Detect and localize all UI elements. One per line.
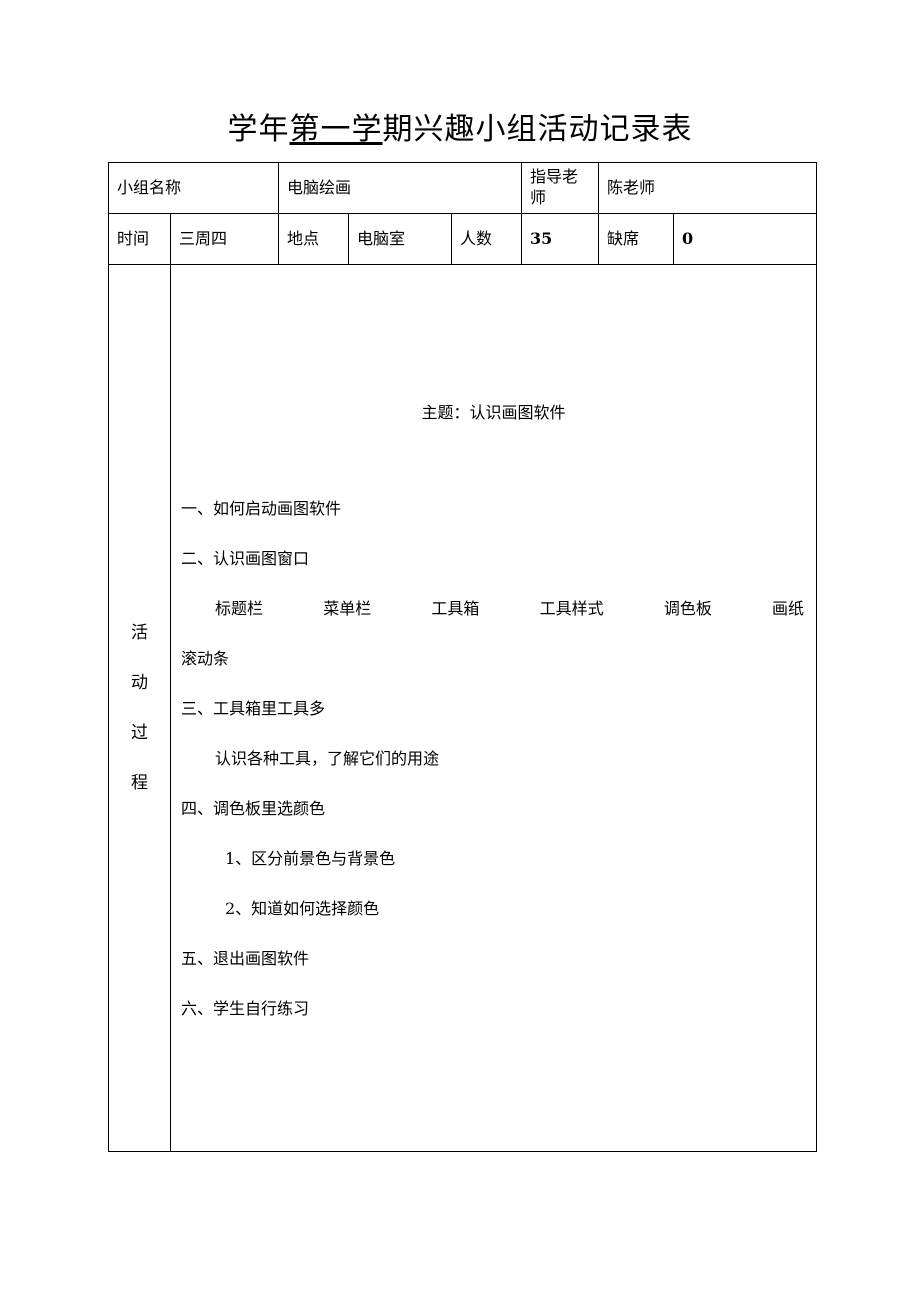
value-time: 三周四 (169, 213, 280, 265)
content-item-5: 五、退出画图软件 (181, 949, 310, 968)
activity-process-content: 主题：认识画图软件 一、如何启动画图软件 二、认识画图窗口 标题栏 菜单栏 工具… (169, 264, 818, 1152)
page-title: 学年第一学期兴趣小组活动记录表 (0, 110, 920, 150)
content-item-4: 四、调色板里选颜色 (181, 799, 326, 818)
content-item-2: 二、认识画图窗口 (181, 549, 310, 568)
value-teacher: 陈老师 (598, 162, 818, 214)
vertical-label-char-1: 活 (131, 623, 148, 643)
content-item-6: 六、学生自行练习 (181, 999, 310, 1018)
content-item-4-sub-1: 1、区分前景色与背景色 (225, 849, 396, 868)
window-part-canvas: 画纸 (772, 599, 805, 618)
label-place: 地点 (278, 213, 350, 265)
table-row-group-info: 小组名称 电脑绘画 指导老师 陈老师 (107, 162, 818, 214)
vertical-label-char-4: 程 (131, 773, 148, 793)
activity-record-table: 小组名称 电脑绘画 指导老师 陈老师 时间 三周四 地点 电脑室 人数 35 缺… (107, 162, 818, 1152)
content-item-4-sub-2: 2、知道如何选择颜色 (225, 899, 380, 918)
page-title-underlined: 第一学 (289, 112, 383, 147)
content-body: 主题：认识画图软件 一、如何启动画图软件 二、认识画图窗口 标题栏 菜单栏 工具… (171, 382, 816, 1034)
window-part-menu-bar: 菜单栏 (323, 599, 372, 618)
document-page: 学年第一学期兴趣小组活动记录表 小组名称 电脑绘画 指导老师 陈老师 时间 三周… (0, 0, 920, 1301)
label-count: 人数 (451, 213, 523, 265)
label-absent: 缺席 (598, 213, 675, 265)
vertical-label-char-2: 动 (131, 673, 148, 693)
activity-process-label: 活 动 过 程 (108, 264, 171, 1152)
label-time: 时间 (108, 213, 171, 265)
value-count: 35 (521, 213, 600, 265)
window-part-toolbox: 工具箱 (431, 599, 480, 618)
window-parts-line: 标题栏 菜单栏 工具箱 工具样式 调色板 画纸 (181, 584, 806, 634)
window-parts-wrap: 滚动条 (181, 649, 230, 668)
value-group-name: 电脑绘画 (278, 162, 523, 214)
label-group-name: 小组名称 (107, 162, 280, 214)
content-item-3-sub: 认识各种工具，了解它们的用途 (215, 749, 440, 768)
vertical-label-char-3: 过 (131, 723, 148, 743)
content-item-3: 三、工具箱里工具多 (181, 699, 326, 718)
window-part-title-bar: 标题栏 (215, 599, 264, 618)
table-row-activity-body: 活 动 过 程 主题：认识画图软件 一、如何启动画图软件 二、认识画图窗口 标题… (108, 264, 818, 1152)
value-place: 电脑室 (348, 213, 453, 265)
value-absent: 0 (673, 213, 818, 265)
page-title-prefix: 学年 (227, 112, 290, 147)
vertical-label-stack: 活 动 过 程 (109, 265, 170, 1151)
label-teacher: 指导老师 (521, 162, 600, 214)
subject-line: 主题：认识画图软件 (421, 403, 566, 422)
table-row-meta: 时间 三周四 地点 电脑室 人数 35 缺席 0 (108, 213, 818, 265)
page-title-suffix: 期兴趣小组活动记录表 (382, 112, 693, 147)
window-part-tool-style: 工具样式 (539, 599, 604, 618)
content-item-1: 一、如何启动画图软件 (181, 499, 342, 518)
window-part-palette: 调色板 (663, 599, 712, 618)
